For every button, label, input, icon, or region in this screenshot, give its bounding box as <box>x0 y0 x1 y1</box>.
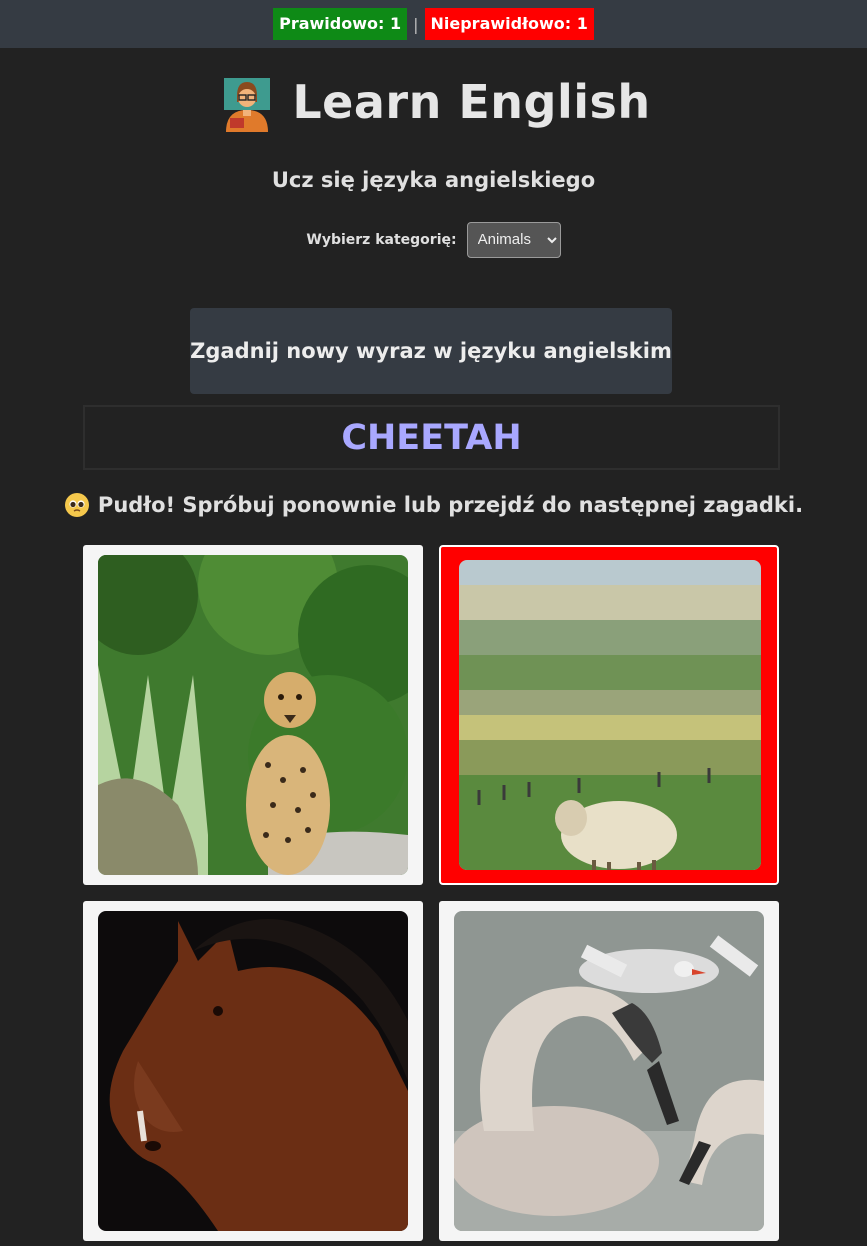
feedback-text: Pudło! Spróbuj ponownie lub przejdź do n… <box>97 493 804 517</box>
page-title: Learn English <box>0 72 867 132</box>
category-row: Wybierz kategorię: Animals <box>0 221 867 258</box>
sheep-photo <box>459 560 761 870</box>
score-bar: Prawidowo: 1 | Nieprawidłowo: 1 <box>0 0 867 48</box>
pleading-face-icon <box>64 492 90 518</box>
swan-photo <box>454 911 764 1231</box>
title-text: Learn English <box>292 75 651 129</box>
category-select[interactable]: Animals <box>466 221 561 258</box>
target-word: CHEETAH <box>83 405 780 470</box>
wrong-count-badge: Nieprawidłowo: 1 <box>424 8 594 40</box>
category-label: Wybierz kategorię: <box>306 231 457 248</box>
option-card-cheetah[interactable] <box>83 545 423 885</box>
new-word-button[interactable]: Zgadnij nowy wyraz w języku angielskim <box>190 308 672 394</box>
option-card-sheep-wrong[interactable] <box>439 545 779 885</box>
page-subtitle: Ucz się języka angielskiego <box>271 168 596 192</box>
option-card-horse[interactable] <box>83 901 423 1241</box>
score-separator: | <box>413 14 419 34</box>
teacher-emoji-icon <box>216 72 278 132</box>
correct-count-badge: Prawidowo: 1 <box>273 8 408 40</box>
option-card-swan[interactable] <box>439 901 779 1241</box>
feedback-message: Pudło! Spróbuj ponownie lub przejdź do n… <box>0 492 867 518</box>
horse-photo <box>98 911 408 1231</box>
cheetah-photo <box>98 555 408 875</box>
